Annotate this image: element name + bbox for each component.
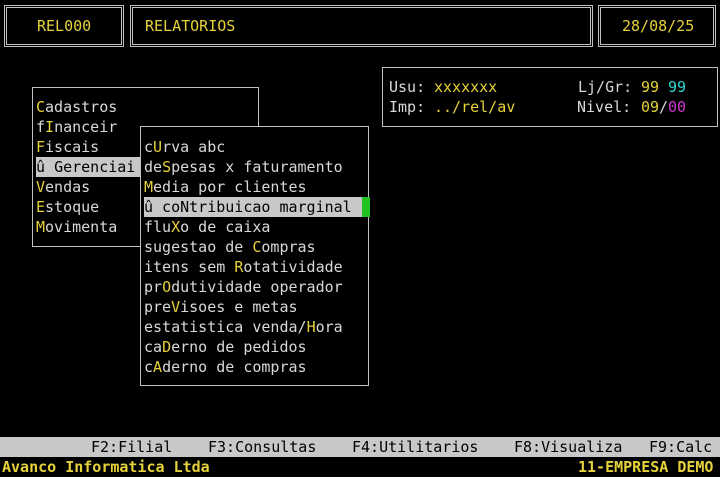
main-menu-item-text: erenciai [63,158,136,176]
submenu-item-11[interactable]: cAderno de compras [144,357,362,377]
main-menu-item-text: f [36,118,46,136]
user-value: xxxxxxx [434,78,498,96]
store-group-label: Lj/Gr: [578,78,633,96]
main-menu-item-6[interactable]: Movimenta [36,217,140,237]
submenu-item-hotkey: O [162,278,172,296]
main-menu-item-hotkey: C [36,98,46,116]
submenu-item-hotkey: U [153,138,163,156]
level-value: 09 [641,98,660,116]
main-menu-item-text: stoque [45,198,100,216]
terminal-screen: { "header": { "program_code": "REL000", … [0,0,720,476]
submenu-item-5[interactable]: sugestao de Compras [144,237,362,257]
submenu-item-text: pr [144,278,163,296]
submenu-item-hotkey: N [180,198,190,216]
submenu-item-text: o de caixa [180,218,271,236]
program-code: REL000 [37,17,92,35]
submenu-item-hotkey: X [171,218,181,236]
company-name: Avanco Informatica Ltda [2,458,210,476]
submenu-item-text: ca [144,338,163,356]
main-menu-item-text: nanceir [54,118,118,136]
submenu-item-text: otatividade [243,258,343,276]
fkey-calc[interactable]: F9:Calc [649,437,712,457]
submenu-item-text: pesas x faturamento [171,158,343,176]
submenu-item-text: ora [315,318,343,336]
submenu-item-text: rva abc [162,138,226,156]
page-title: RELATORIOS [145,17,236,35]
submenu-item-text: dutividade operador [171,278,343,296]
empresa-name: 11-EMPRESA DEMO [578,458,714,476]
main-menu-item-5[interactable]: Estoque [36,197,140,217]
submenu-item-text: pre [144,298,172,316]
submenu-item-text: û co [144,198,181,216]
submenu-item-text: c [144,358,154,376]
submenu-item-hotkey: A [153,358,163,376]
fkey-utilitarios[interactable]: F4:Utilitarios [352,437,478,457]
submenu-item-text: sugestao de [144,238,253,256]
function-key-bar: F2:Filial F3:Consultas F4:Utilitarios F8… [0,437,720,457]
main-menu-item-text: adastros [45,98,118,116]
main-menu-item-4[interactable]: Vendas [36,177,140,197]
main-menu-item-3[interactable]: û Gerenciai [36,157,140,177]
main-menu-item-hotkey: G [54,158,64,176]
current-date: 28/08/25 [622,17,695,35]
main-menu-item-hotkey: F [36,138,46,156]
submenu-item-hotkey: R [234,258,244,276]
submenu-item-4[interactable]: fluXo de caixa [144,217,362,237]
main-menu-item-hotkey: I [45,118,55,136]
submenu-item-hotkey: H [306,318,316,336]
submenu-item-text: edia por clientes [153,178,307,196]
submenu-item-10[interactable]: caDerno de pedidos [144,337,362,357]
submenu-item-text: tribuicao marginal [189,198,352,216]
level-slash: / [659,98,669,116]
main-menu-item-1[interactable]: fInanceir [36,117,140,137]
main-menu-item-text: ovimenta [45,218,118,236]
submenu-item-text: erno de pedidos [171,338,307,356]
level-value-2: 00 [668,98,687,116]
group-value: 99 [668,78,687,96]
level-label: Nivel: [577,98,632,116]
printer-value: ../rel/av [434,98,516,116]
submenu-item-hotkey: S [162,158,172,176]
submenu-item-hotkey: M [144,178,154,196]
submenu-item-text: itens sem [144,258,235,276]
submenu-item-text: ompras [261,238,316,256]
submenu-item-hotkey: D [162,338,172,356]
status-bar: Avanco Informatica Ltda 11-EMPRESA DEMO [0,457,720,476]
submenu-item-3[interactable]: û coNtribuicao marginal [144,197,362,217]
store-value: 99 [641,78,660,96]
user-label: Usu: [389,78,426,96]
main-menu-item-hotkey: V [36,178,46,196]
fkey-filial[interactable]: F2:Filial [91,437,172,457]
main-menu-item-text: û [36,158,55,176]
fkey-visualiza[interactable]: F8:Visualiza [514,437,622,457]
main-menu-item-text: endas [45,178,91,196]
submenu-item-text: flu [144,218,172,236]
submenu-item-text: c [144,138,154,156]
main-menu-item-0[interactable]: Cadastros [36,97,140,117]
submenu-item-text: derno de compras [162,358,307,376]
submenu-item-8[interactable]: preVisoes e metas [144,297,362,317]
fkey-consultas[interactable]: F3:Consultas [208,437,316,457]
submenu-item-text: isoes e metas [180,298,298,316]
submenu-item-text: de [144,158,163,176]
main-menu-item-hotkey: M [36,218,46,236]
submenu-item-0[interactable]: cUrva abc [144,137,362,157]
main-menu-item-hotkey: E [36,198,46,216]
submenu-item-9[interactable]: estatistica venda/Hora [144,317,362,337]
submenu-item-6[interactable]: itens sem Rotatividade [144,257,362,277]
main-menu-item-text: iscais [45,138,100,156]
printer-label: Imp: [389,98,426,116]
submenu-item-1[interactable]: deSpesas x faturamento [144,157,362,177]
submenu-item-hotkey: V [171,298,181,316]
submenu-item-text: estatistica venda/ [144,318,307,336]
submenu-item-7[interactable]: prOdutividade operador [144,277,362,297]
main-menu-item-2[interactable]: Fiscais [36,137,140,157]
submenu-item-2[interactable]: Media por clientes [144,177,362,197]
scrollbar-thumb[interactable] [362,197,370,217]
